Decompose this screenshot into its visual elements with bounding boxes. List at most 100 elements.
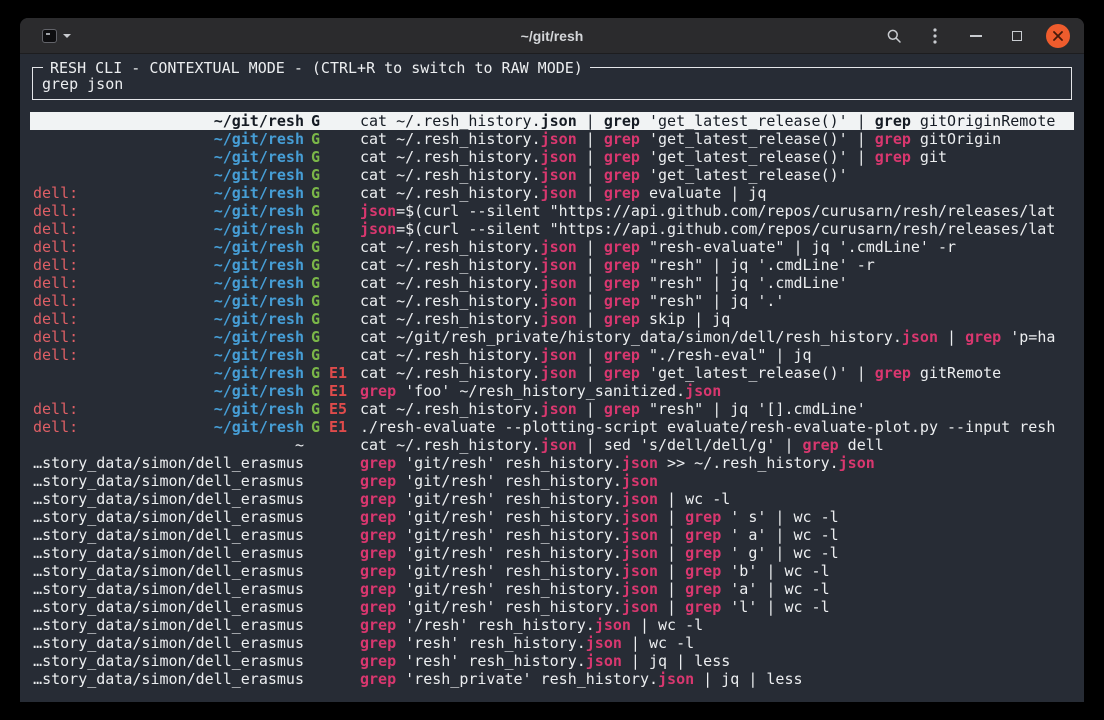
status-flags: G xyxy=(304,346,360,364)
history-row[interactable]: …story_data/simon/dell_erasmus grep 'git… xyxy=(30,526,1074,544)
git-flag: G xyxy=(311,220,320,238)
directory-label: …story_data/simon/dell_erasmus xyxy=(33,508,304,526)
git-flag: G xyxy=(311,346,320,364)
history-row[interactable]: ~/git/resh G cat ~/.resh_history.json | … xyxy=(30,148,1074,166)
status-flags: G xyxy=(304,328,360,346)
new-terminal-button[interactable] xyxy=(38,27,75,45)
history-row[interactable]: dell:~/git/resh G cat ~/git/resh_private… xyxy=(30,328,1074,346)
minimize-icon xyxy=(970,35,982,37)
history-row[interactable]: …story_data/simon/dell_erasmus grep 'git… xyxy=(30,562,1074,580)
status-flags: G xyxy=(304,310,360,328)
exit-code-flag: E1 xyxy=(329,418,347,436)
context-columns: dell:~/git/resh xyxy=(33,346,304,364)
directory-label: …story_data/simon/dell_erasmus xyxy=(33,562,304,580)
history-row[interactable]: dell:~/git/resh G cat ~/.resh_history.js… xyxy=(30,184,1074,202)
history-row[interactable]: ~/git/resh GE1 cat ~/.resh_history.json … xyxy=(30,364,1074,382)
history-row[interactable]: dell:~/git/resh G cat ~/.resh_history.js… xyxy=(30,238,1074,256)
command-text: grep 'git/resh' resh_history.json xyxy=(360,472,1071,490)
history-row[interactable]: dell:~/git/resh G json=$(curl --silent "… xyxy=(30,202,1074,220)
status-flags xyxy=(304,436,360,454)
terminal-icon xyxy=(42,29,57,43)
git-flag: G xyxy=(311,310,320,328)
kebab-menu-icon xyxy=(933,28,937,44)
directory-label: ~/git/resh xyxy=(214,238,304,256)
chevron-down-icon xyxy=(63,34,71,38)
command-text: grep 'git/resh' resh_history.json | grep… xyxy=(360,562,1071,580)
close-button[interactable] xyxy=(1046,24,1070,48)
command-text: json=$(curl --silent "https://api.github… xyxy=(360,220,1071,238)
status-flags xyxy=(304,634,360,652)
history-row[interactable]: …story_data/simon/dell_erasmus grep 'git… xyxy=(30,580,1074,598)
directory-label: ~/git/resh xyxy=(214,364,304,382)
status-flags xyxy=(304,580,360,598)
history-row[interactable]: dell:~/git/resh G cat ~/.resh_history.js… xyxy=(30,274,1074,292)
directory-label: ~/git/resh xyxy=(214,400,304,418)
directory-label: ~/git/resh xyxy=(214,256,304,274)
git-flag: G xyxy=(311,418,320,436)
command-text: grep 'resh' resh_history.json | jq | les… xyxy=(360,652,1071,670)
history-row[interactable]: ~/git/resh G cat ~/.resh_history.json | … xyxy=(30,130,1074,148)
context-columns: dell:~/git/resh xyxy=(33,310,304,328)
magnifier-icon xyxy=(886,28,902,44)
titlebar[interactable]: ~/git/resh xyxy=(20,18,1084,54)
git-flag: G xyxy=(311,184,320,202)
menu-button[interactable] xyxy=(923,24,947,48)
history-row[interactable]: …story_data/simon/dell_erasmus grep 'res… xyxy=(30,634,1074,652)
history-row[interactable]: dell:~/git/resh G json=$(curl --silent "… xyxy=(30,220,1074,238)
status-flags xyxy=(304,598,360,616)
command-text: cat ~/.resh_history.json | grep "./resh-… xyxy=(360,346,1071,364)
command-text: cat ~/.resh_history.json | grep 'get_lat… xyxy=(360,130,1071,148)
history-row[interactable]: …story_data/simon/dell_erasmus grep 'git… xyxy=(30,544,1074,562)
history-row[interactable]: ~/git/resh GE1 grep 'foo' ~/resh_history… xyxy=(30,382,1074,400)
history-row[interactable]: ~ cat ~/.resh_history.json | sed 's/dell… xyxy=(30,436,1074,454)
command-text: cat ~/.resh_history.json | grep "resh" |… xyxy=(360,256,1071,274)
history-row[interactable]: …story_data/simon/dell_erasmus grep 'git… xyxy=(30,598,1074,616)
status-flags xyxy=(304,472,360,490)
context-columns: ~ xyxy=(33,436,304,454)
directory-label: ~/git/resh xyxy=(214,292,304,310)
command-text: grep 'git/resh' resh_history.json | grep… xyxy=(360,580,1071,598)
context-columns: dell:~/git/resh xyxy=(33,328,304,346)
context-columns: …story_data/simon/dell_erasmus xyxy=(33,580,304,598)
history-row[interactable]: …story_data/simon/dell_erasmus grep 'git… xyxy=(30,454,1074,472)
history-row[interactable]: dell:~/git/resh GE1 ./resh-evaluate --pl… xyxy=(30,418,1074,436)
context-columns: …story_data/simon/dell_erasmus xyxy=(33,544,304,562)
history-row[interactable]: dell:~/git/resh GE5 cat ~/.resh_history.… xyxy=(30,400,1074,418)
git-flag: G xyxy=(311,292,320,310)
status-flags: GE5 xyxy=(304,400,360,418)
search-button[interactable] xyxy=(882,24,906,48)
directory-label: ~/git/resh xyxy=(214,130,304,148)
host-label: dell: xyxy=(33,292,78,310)
status-flags: GE1 xyxy=(304,382,360,400)
directory-label: …story_data/simon/dell_erasmus xyxy=(33,454,304,472)
host-label: dell: xyxy=(33,202,78,220)
history-row[interactable]: dell:~/git/resh G cat ~/.resh_history.js… xyxy=(30,310,1074,328)
command-text: cat ~/.resh_history.json | grep "resh-ev… xyxy=(360,238,1071,256)
status-flags: GE1 xyxy=(304,364,360,382)
history-list: ~/git/resh G cat ~/.resh_history.json | … xyxy=(20,112,1084,688)
history-row[interactable]: …story_data/simon/dell_erasmus grep 'res… xyxy=(30,652,1074,670)
directory-label: …story_data/simon/dell_erasmus xyxy=(33,670,304,688)
status-flags xyxy=(304,652,360,670)
history-row[interactable]: …story_data/simon/dell_erasmus grep 'git… xyxy=(30,490,1074,508)
history-row[interactable]: …story_data/simon/dell_erasmus grep 'res… xyxy=(30,670,1074,688)
context-columns: dell:~/git/resh xyxy=(33,274,304,292)
restore-button[interactable] xyxy=(1005,24,1029,48)
history-row[interactable]: dell:~/git/resh G cat ~/.resh_history.js… xyxy=(30,346,1074,364)
history-row[interactable]: ~/git/resh G cat ~/.resh_history.json | … xyxy=(30,112,1074,130)
status-flags xyxy=(304,508,360,526)
history-row[interactable]: ~/git/resh G cat ~/.resh_history.json | … xyxy=(30,166,1074,184)
status-flags xyxy=(304,526,360,544)
context-columns: …story_data/simon/dell_erasmus xyxy=(33,598,304,616)
context-columns: …story_data/simon/dell_erasmus xyxy=(33,616,304,634)
context-columns: …story_data/simon/dell_erasmus xyxy=(33,454,304,472)
history-row[interactable]: …story_data/simon/dell_erasmus grep 'git… xyxy=(30,472,1074,490)
context-columns: dell: ~/git/resh xyxy=(33,292,304,310)
history-row[interactable]: dell:~/git/resh G cat ~/.resh_history.js… xyxy=(30,292,1074,310)
minimize-button[interactable] xyxy=(964,24,988,48)
history-row[interactable]: …story_data/simon/dell_erasmus grep '/re… xyxy=(30,616,1074,634)
directory-label: …story_data/simon/dell_erasmus xyxy=(33,544,304,562)
context-columns: dell:~/git/resh xyxy=(33,184,304,202)
history-row[interactable]: dell:~/git/resh G cat ~/.resh_history.js… xyxy=(30,256,1074,274)
history-row[interactable]: …story_data/simon/dell_erasmus grep 'git… xyxy=(30,508,1074,526)
